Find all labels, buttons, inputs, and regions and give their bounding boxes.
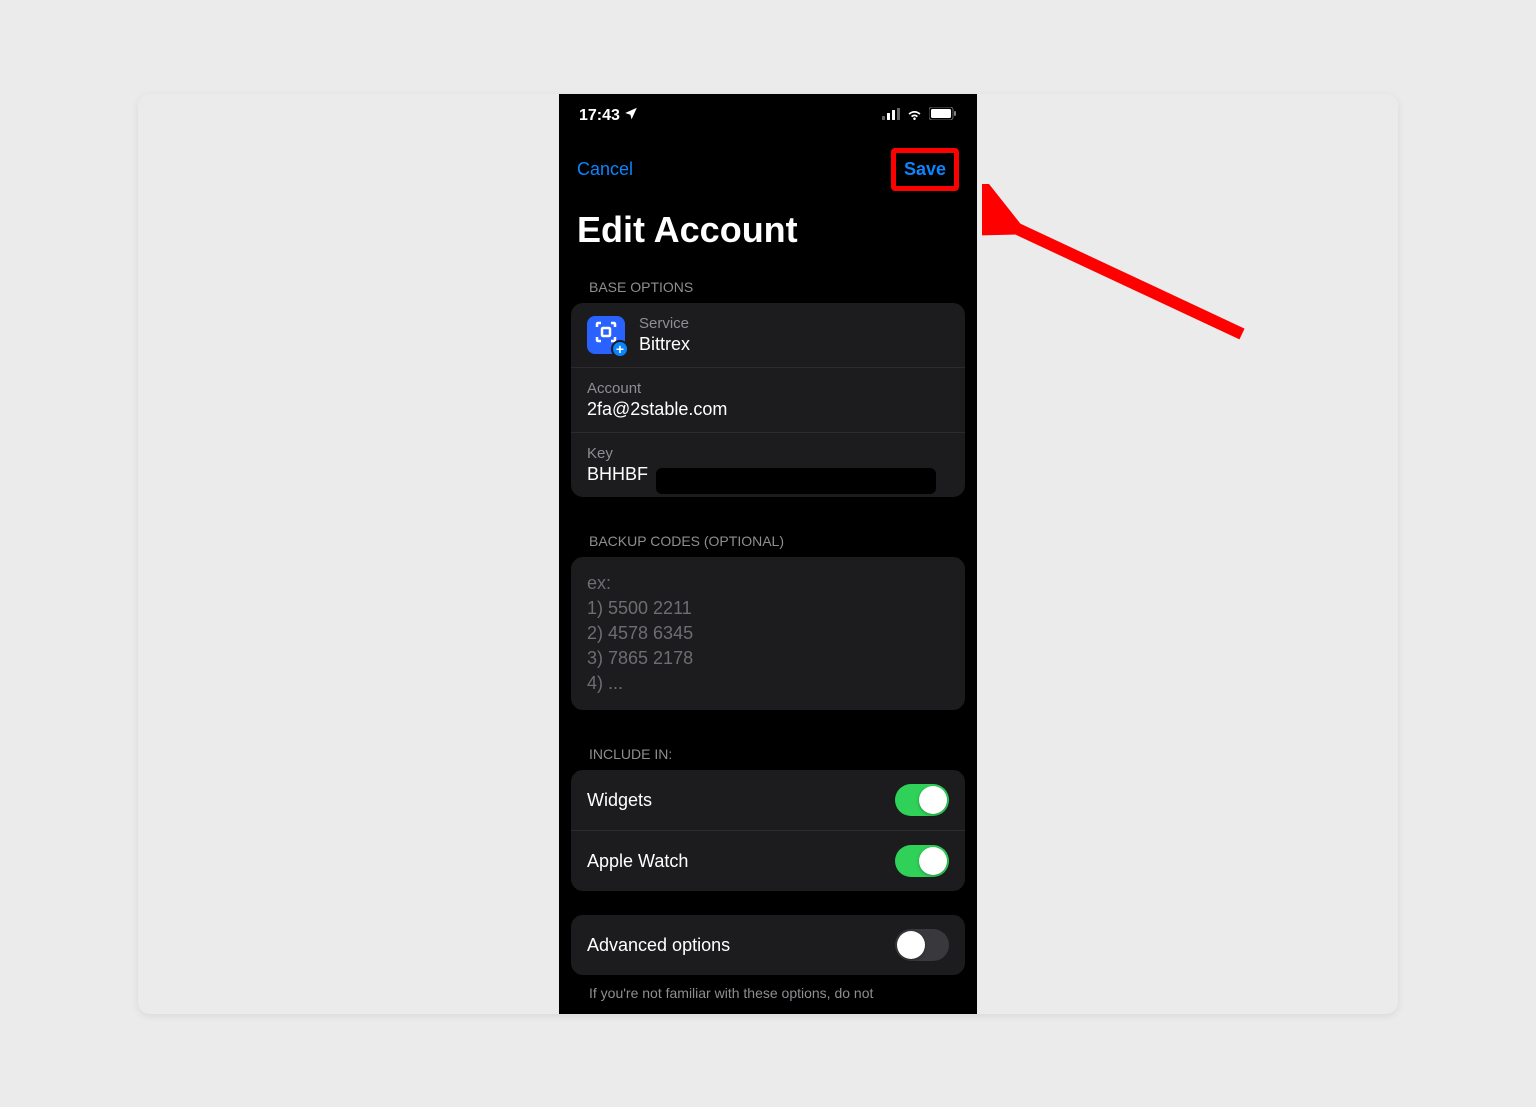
account-value: 2fa@2stable.com [587,399,949,420]
toggle-knob [919,786,947,814]
advanced-card: Advanced options [571,915,965,975]
advanced-toggle[interactable] [895,929,949,961]
phone-screen: 17:43 Cancel Save [559,94,977,1014]
service-row[interactable]: + Service Bittrex [571,303,965,368]
key-redacted [656,468,936,494]
signal-icon [882,107,900,125]
apple-watch-row: Apple Watch [571,831,965,891]
key-row[interactable]: Key BHHBF [571,433,965,497]
status-left: 17:43 [579,106,638,125]
apple-watch-label: Apple Watch [587,851,688,872]
account-label: Account [587,380,949,397]
nav-bar: Cancel Save [559,138,977,201]
save-highlight: Save [891,148,959,191]
base-options-header: BASE OPTIONS [571,267,965,303]
toggle-knob [897,931,925,959]
status-right [882,107,957,125]
save-button[interactable]: Save [896,153,954,186]
account-row[interactable]: Account 2fa@2stable.com [571,368,965,433]
widgets-row: Widgets [571,770,965,831]
widgets-label: Widgets [587,790,652,811]
page-container: 17:43 Cancel Save [138,94,1398,1014]
wifi-icon [906,107,923,125]
service-label: Service [639,315,690,332]
service-icon: + [587,316,625,354]
advanced-label: Advanced options [587,935,730,956]
key-label: Key [587,445,949,462]
include-in-card: Widgets Apple Watch [571,770,965,891]
service-value: Bittrex [639,334,690,355]
cancel-button[interactable]: Cancel [577,159,633,180]
include-in-header: INCLUDE IN: [571,734,965,770]
advanced-row: Advanced options [571,915,965,975]
advanced-footer: If you're not familiar with these option… [571,975,965,1011]
status-time: 17:43 [579,107,620,125]
battery-icon [929,107,957,125]
widgets-toggle[interactable] [895,784,949,816]
toggle-knob [919,847,947,875]
apple-watch-toggle[interactable] [895,845,949,877]
backup-codes-header: BACKUP CODES (OPTIONAL) [571,521,965,557]
base-options-card: + Service Bittrex Account 2fa@2stable.co… [571,303,965,497]
page-title: Edit Account [559,201,977,267]
status-bar: 17:43 [559,94,977,138]
content: BASE OPTIONS + Service Bittrex Acco [559,267,977,1012]
location-arrow-icon [624,106,638,125]
plus-icon: + [611,340,629,358]
arrow-annotation [982,184,1252,349]
backup-codes-area[interactable]: ex: 1) 5500 2211 2) 4578 6345 3) 7865 21… [571,557,965,711]
